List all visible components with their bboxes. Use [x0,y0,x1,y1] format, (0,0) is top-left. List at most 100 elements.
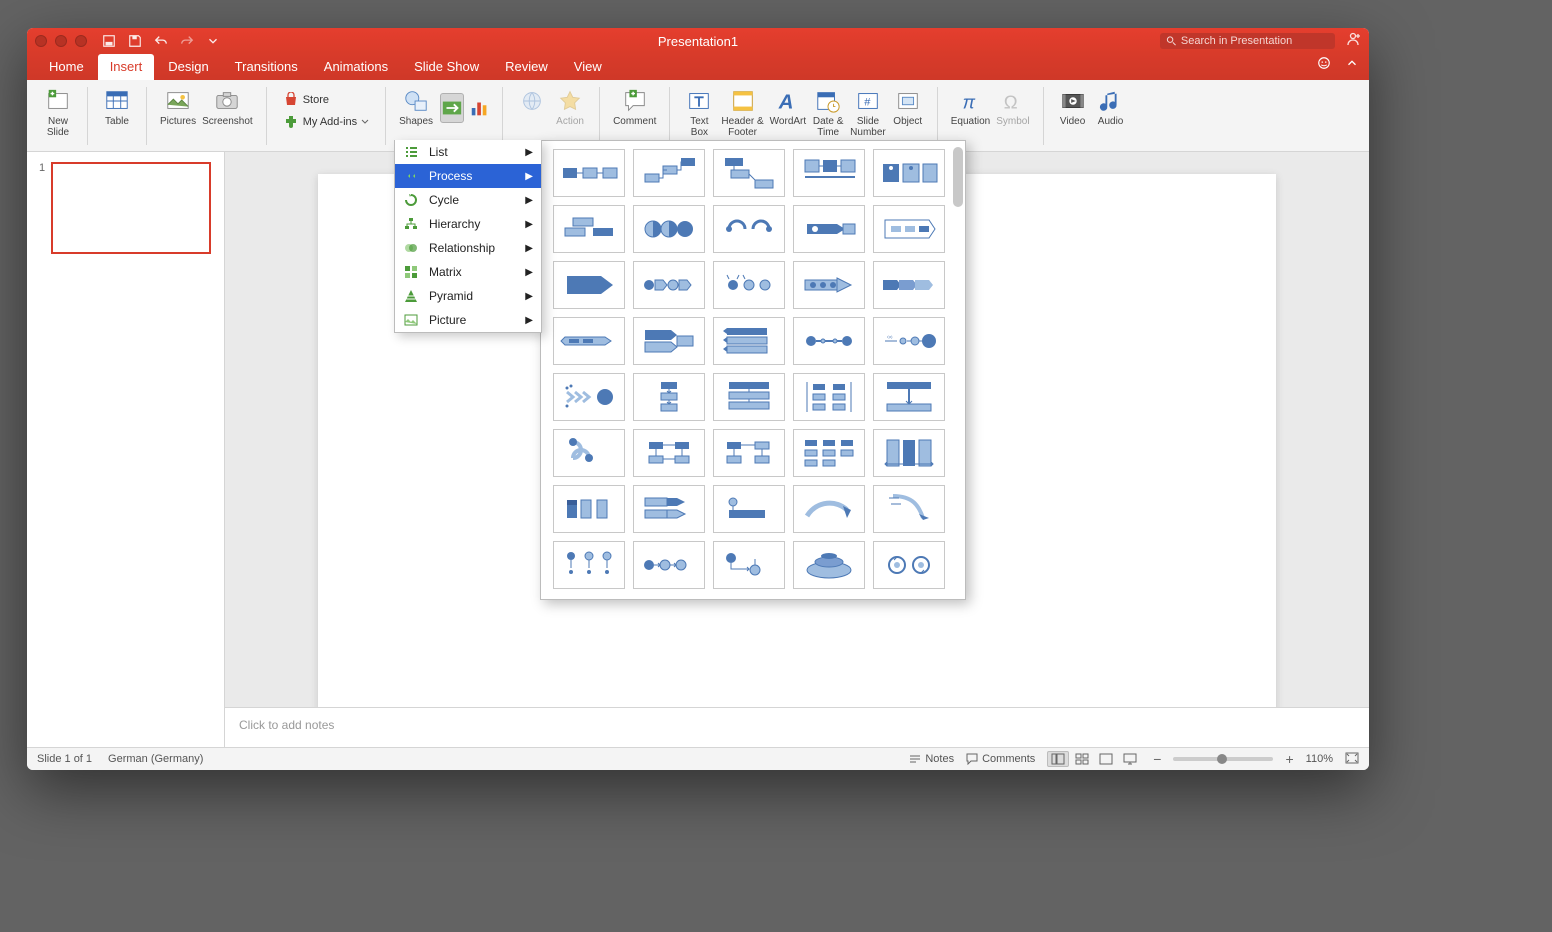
gallery-item-30[interactable] [553,485,625,533]
gallery-item-28[interactable] [793,429,865,477]
gallery-item-36[interactable] [633,541,705,589]
gallery-item-8[interactable] [793,205,865,253]
smartart-process[interactable]: Process▶ [395,164,541,188]
undo-icon[interactable] [153,33,169,49]
gallery-item-14[interactable] [873,261,945,309]
gallery-item-10[interactable] [553,261,625,309]
screenshot-button[interactable]: Screenshot [199,86,256,129]
smartart-cycle[interactable]: Cycle▶ [395,188,541,212]
gallery-item-12[interactable] [713,261,785,309]
collapse-ribbon-icon[interactable] [1345,56,1359,75]
store-button[interactable]: Store [277,89,335,111]
gallery-item-11[interactable] [633,261,705,309]
gallery-item-4[interactable] [873,149,945,197]
gallery-item-1[interactable] [633,149,705,197]
smartart-matrix[interactable]: Matrix▶ [395,260,541,284]
table-button[interactable]: Table [98,86,136,129]
gallery-item-6[interactable] [633,205,705,253]
share-icon[interactable] [1345,31,1361,52]
comment-button[interactable]: Comment [610,86,659,129]
audio-button[interactable]: Audio [1092,86,1130,129]
gallery-item-33[interactable] [793,485,865,533]
gallery-item-22[interactable] [713,373,785,421]
gallery-item-16[interactable] [633,317,705,365]
gallery-item-31[interactable] [633,485,705,533]
view-sorter-icon[interactable] [1071,751,1093,767]
date-time-button[interactable]: Date & Time [809,86,847,140]
gallery-item-35[interactable] [553,541,625,589]
video-button[interactable]: Video [1054,86,1092,129]
zoom-slider[interactable] [1173,757,1273,761]
tab-insert[interactable]: Insert [98,54,155,80]
fit-to-window-icon[interactable] [1345,752,1359,767]
save-icon[interactable] [127,33,143,49]
zoom-in-icon[interactable]: + [1285,751,1293,767]
gallery-item-2[interactable] [713,149,785,197]
new-slide-button[interactable]: New Slide [39,86,77,140]
zoom-level[interactable]: 110% [1306,753,1333,765]
gallery-item-15[interactable] [553,317,625,365]
gallery-item-24[interactable] [873,373,945,421]
tab-review[interactable]: Review [493,54,560,80]
gallery-item-3[interactable] [793,149,865,197]
smartart-dropdown[interactable] [440,93,464,123]
gallery-item-0[interactable] [553,149,625,197]
gallery-item-9[interactable] [873,205,945,253]
gallery-item-7[interactable] [713,205,785,253]
redo-icon[interactable] [179,33,195,49]
header-footer-button[interactable]: Header & Footer [718,86,766,140]
gallery-item-39[interactable] [873,541,945,589]
gallery-item-19[interactable]: •)•) [873,317,945,365]
gallery-item-26[interactable] [633,429,705,477]
gallery-item-18[interactable] [793,317,865,365]
tab-design[interactable]: Design [156,54,220,80]
language-indicator[interactable]: German (Germany) [108,753,203,765]
minimize-dot[interactable] [55,35,67,47]
smartart-hierarchy[interactable]: Hierarchy▶ [395,212,541,236]
shapes-button[interactable]: Shapes [396,86,436,129]
smartart-pyramid[interactable]: Pyramid▶ [395,284,541,308]
equation-button[interactable]: πEquation [948,86,993,129]
tab-slideshow[interactable]: Slide Show [402,54,491,80]
smartart-list[interactable]: List▶ [395,140,541,164]
my-addins-button[interactable]: My Add-ins [277,111,375,133]
slide-number-button[interactable]: #Slide Number [847,86,889,140]
view-slideshow-icon[interactable] [1119,751,1141,767]
chart-dropdown[interactable] [468,93,492,123]
view-reading-icon[interactable] [1095,751,1117,767]
tab-animations[interactable]: Animations [312,54,400,80]
gallery-item-13[interactable] [793,261,865,309]
tab-transitions[interactable]: Transitions [223,54,310,80]
gallery-item-5[interactable] [553,205,625,253]
gallery-item-25[interactable] [553,429,625,477]
gallery-item-32[interactable] [713,485,785,533]
search-box[interactable] [1160,33,1335,49]
qat-customize-icon[interactable] [205,33,221,49]
gallery-item-34[interactable] [873,485,945,533]
zoom-dot[interactable] [75,35,87,47]
smartart-picture[interactable]: Picture▶ [395,308,541,332]
autosave-icon[interactable] [101,33,117,49]
smartart-relationship[interactable]: Relationship▶ [395,236,541,260]
gallery-item-23[interactable] [793,373,865,421]
gallery-item-21[interactable] [633,373,705,421]
notes-pane[interactable]: Click to add notes [225,707,1369,747]
pictures-button[interactable]: Pictures [157,86,199,129]
view-normal-icon[interactable] [1047,751,1069,767]
gallery-item-27[interactable] [713,429,785,477]
notes-toggle[interactable]: Notes [909,753,954,765]
tab-home[interactable]: Home [37,54,96,80]
search-input[interactable] [1181,35,1329,47]
feedback-icon[interactable] [1317,56,1331,75]
zoom-out-icon[interactable]: − [1153,751,1161,767]
gallery-item-17[interactable] [713,317,785,365]
close-dot[interactable] [35,35,47,47]
gallery-scrollbar[interactable] [953,147,963,207]
slide-thumbnail-1[interactable] [51,162,211,254]
gallery-item-20[interactable] [553,373,625,421]
wordart-button[interactable]: AWordArt [767,86,810,140]
gallery-item-29[interactable] [873,429,945,477]
textbox-button[interactable]: Text Box [680,86,718,140]
object-button[interactable]: Object [889,86,927,140]
gallery-item-38[interactable] [793,541,865,589]
